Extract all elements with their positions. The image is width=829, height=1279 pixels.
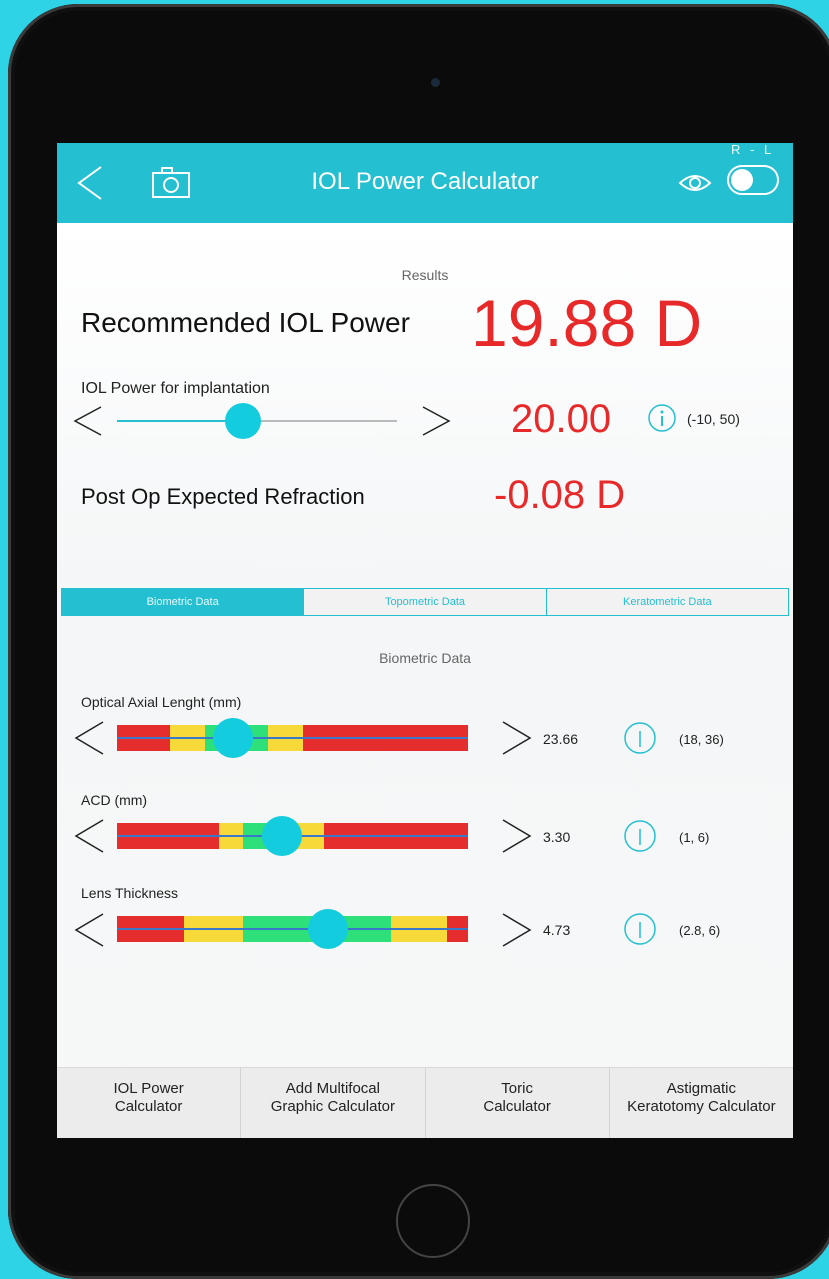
slider-decrement-icon xyxy=(73,406,102,436)
slider-increment-icon xyxy=(422,406,451,436)
lens-thickness-increment-icon[interactable] xyxy=(499,910,533,950)
data-segmented-control: Biometric Data Topometric Data Keratomet… xyxy=(61,588,789,616)
bottom-tab-bar: IOL Power Calculator Add Multifocal Grap… xyxy=(57,1067,793,1138)
iol-implantation-range: (-10, 50) xyxy=(687,411,740,427)
app-screen: IOL Power Calculator R - L Results Recom… xyxy=(57,143,793,1138)
tab-toric-calculator[interactable]: Toric Calculator xyxy=(426,1068,610,1138)
axial-length-increment-icon[interactable] xyxy=(499,718,533,758)
recommended-iol-label: Recommended IOL Power xyxy=(81,307,410,338)
iol-implantation-label: IOL Power for implantation xyxy=(81,380,270,397)
slider-thumb[interactable] xyxy=(212,718,253,758)
info-icon[interactable] xyxy=(647,403,677,433)
slider-thumb[interactable] xyxy=(307,909,348,949)
eye-button[interactable] xyxy=(677,167,713,199)
home-button[interactable] xyxy=(396,1184,470,1258)
acd-range: (1, 6) xyxy=(679,830,710,845)
iol-implantation-value: 20.00 xyxy=(511,397,612,441)
toggle-knob xyxy=(731,169,753,191)
acd-label: ACD (mm) xyxy=(81,792,148,808)
acd-slider[interactable] xyxy=(117,816,468,856)
acd-increment-icon[interactable] xyxy=(499,816,533,856)
tab-keratometric-data[interactable]: Keratometric Data xyxy=(545,589,788,615)
lens-thickness-range: (2.8, 6) xyxy=(679,923,721,938)
range-track-line xyxy=(117,737,468,739)
front-camera xyxy=(431,78,440,87)
acd-value: 3.30 xyxy=(543,829,571,845)
eye-side-label: R - L xyxy=(731,143,775,157)
lens-thickness-value: 4.73 xyxy=(543,922,571,938)
axial-length-label: Optical Axial Lenght (mm) xyxy=(81,694,242,710)
lens-thickness-decrement-icon[interactable] xyxy=(73,910,107,950)
eye-icon xyxy=(678,175,712,191)
lens-thickness-slider[interactable] xyxy=(117,909,468,949)
acd-decrement-icon[interactable] xyxy=(73,816,107,856)
postop-refraction-label: Post Op Expected Refraction xyxy=(81,484,365,509)
axial-length-value: 23.66 xyxy=(543,731,579,747)
iol-implantation-slider[interactable] xyxy=(73,401,453,441)
results-heading: Results xyxy=(401,267,449,283)
recommended-iol-value: 19.88 D xyxy=(471,286,703,360)
info-icon[interactable] xyxy=(623,912,657,946)
range-track-line xyxy=(117,928,468,930)
nav-bar: IOL Power Calculator R - L xyxy=(57,143,793,223)
eye-side-toggle[interactable] xyxy=(727,165,779,195)
tab-add-multifocal-graphic-calculator[interactable]: Add Multifocal Graphic Calculator xyxy=(241,1068,426,1138)
info-icon[interactable] xyxy=(623,819,657,853)
info-icon[interactable] xyxy=(623,721,657,755)
tab-biometric-data[interactable]: Biometric Data xyxy=(62,589,304,615)
tab-iol-power-calculator[interactable]: IOL Power Calculator xyxy=(57,1068,242,1138)
biometric-section-title: Biometric Data xyxy=(379,650,471,666)
tab-astigmatic-keratotomy-calculator[interactable]: Astigmatic Keratotomy Calculator xyxy=(610,1068,793,1138)
slider-thumb xyxy=(225,403,261,439)
tab-topometric-data[interactable]: Topometric Data xyxy=(303,589,545,615)
lens-thickness-label: Lens Thickness xyxy=(81,885,179,901)
postop-refraction-value: -0.08 D xyxy=(494,473,626,517)
axial-length-slider[interactable] xyxy=(117,718,468,758)
slider-thumb[interactable] xyxy=(261,816,302,856)
axial-length-decrement-icon[interactable] xyxy=(73,718,107,758)
axial-length-range: (18, 36) xyxy=(679,732,724,747)
